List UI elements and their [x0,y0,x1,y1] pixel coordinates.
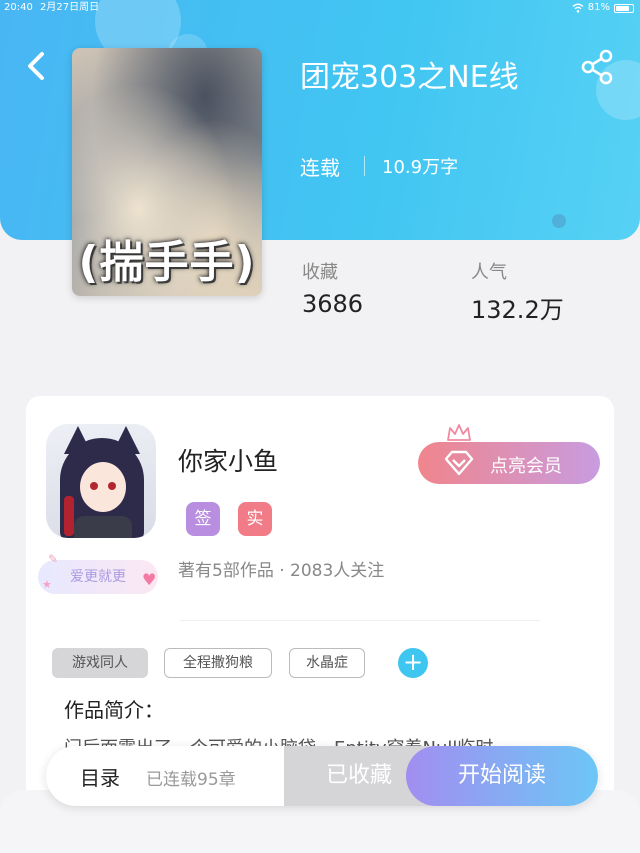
stat-favorites-value: 3686 [302,290,364,318]
back-button[interactable] [20,46,52,86]
battery-fill [616,5,629,11]
cover-caption: (揣手手) [78,237,256,288]
avatar-eye [90,482,98,490]
toc-button[interactable]: 目录 已连载95章 [46,746,286,806]
book-word-count: 10.9万字 [382,157,459,178]
author-avatar[interactable] [46,424,156,538]
status-divider [364,156,365,176]
intro-title: 作品简介： [64,698,164,722]
share-button[interactable] [578,48,618,88]
verified-tag: 实 [238,502,272,536]
status-time: 20:40 [4,2,33,13]
add-tag-button[interactable]: + [398,648,428,678]
avatar-face [80,462,126,512]
author-name[interactable]: 你家小鱼 [178,442,278,478]
diamond-icon [444,450,474,476]
vip-button[interactable]: 点亮会员 [418,442,600,484]
avatar-eye [108,482,116,490]
plus-icon: + [402,648,424,676]
genre-tag[interactable]: 水晶症 [289,648,365,678]
stat-popularity-value: 132.2万 [471,296,564,324]
toc-label: 目录 [80,766,120,790]
start-reading-button[interactable]: 开始阅读 [406,746,598,806]
decor-dot [552,214,566,228]
book-title: 团宠303之NE线 [300,60,519,95]
wifi-icon [572,3,584,13]
stat-popularity-label: 人气 [471,262,507,283]
battery-percent: 81% [587,2,610,13]
heart-icon: ♥ [142,570,157,589]
signed-tag: 签 [186,502,220,536]
chapter-count: 已连载95章 [146,770,236,790]
status-bar: 20:40 2月27日周日 81% [0,0,640,16]
book-cover[interactable]: (揣手手) [72,48,262,296]
stat-favorites-label: 收藏 [302,262,338,283]
status-right: 81% [572,0,634,16]
star-icon: ★ [42,578,52,591]
genre-tag[interactable]: 游戏同人 [52,648,148,678]
book-status: 连载 [300,156,340,180]
vip-button-label: 点亮会员 [490,456,562,477]
chevron-left-icon [28,52,44,80]
bubble-icon: ✎ [48,552,59,566]
crown-icon [447,424,471,441]
battery-icon [614,3,634,13]
avatar-body [74,516,132,538]
genre-tag[interactable]: 全程撒狗粮 [164,648,272,678]
status-date: 2月27日周日 [40,2,100,13]
share-icon [581,49,613,85]
card-divider [180,620,540,621]
bottom-action-bar: 目录 已连载95章 已收藏 开始阅读 [46,746,598,806]
avatar-hair-streak [64,496,74,536]
author-info: 著有5部作品 · 2083人关注 [178,561,385,581]
